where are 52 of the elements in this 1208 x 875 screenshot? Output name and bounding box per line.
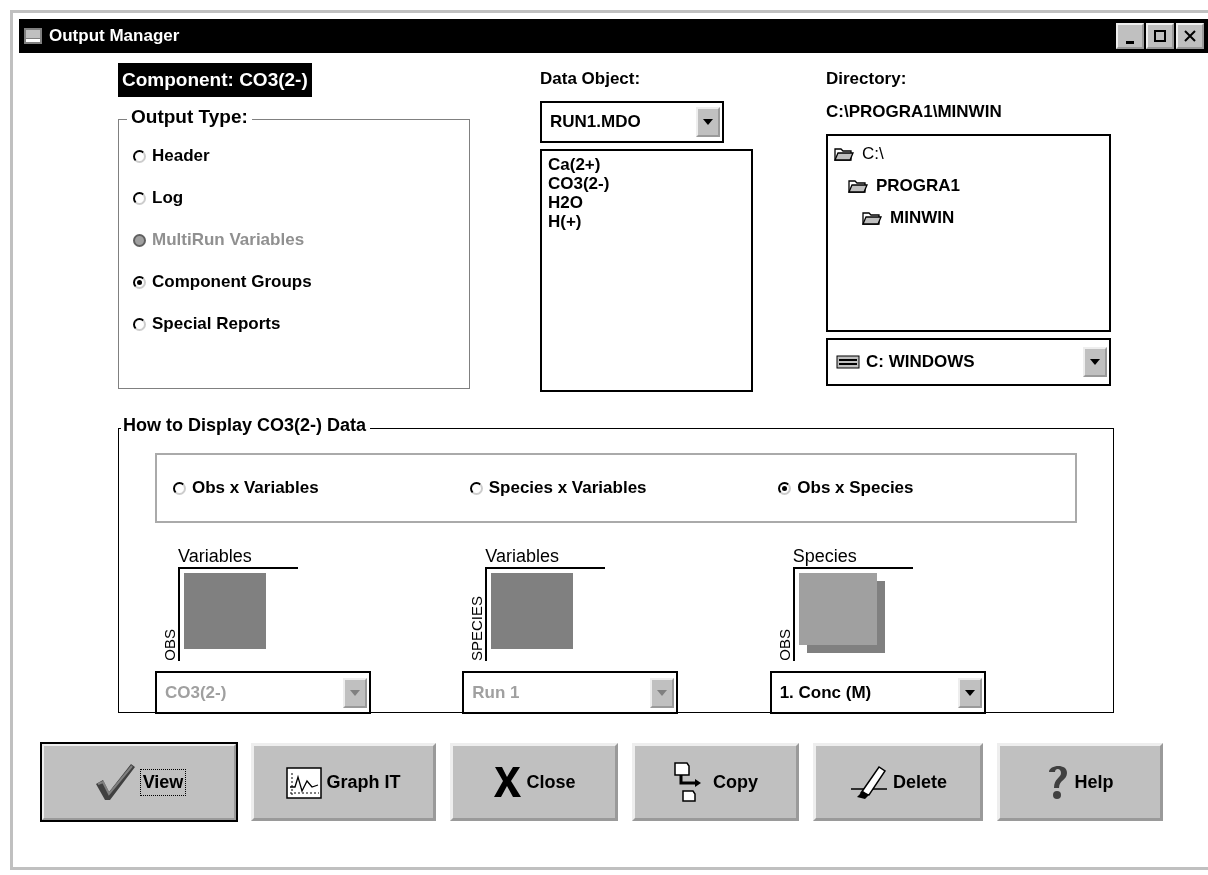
axis-label: Variables bbox=[178, 546, 252, 567]
tree-item[interactable]: MINWIN bbox=[890, 208, 955, 228]
drive-dropdown[interactable]: C: WINDOWS bbox=[826, 338, 1111, 386]
dropdown-arrow-icon bbox=[703, 119, 713, 125]
radio-option[interactable]: Obs x Species bbox=[778, 478, 1075, 498]
minimize-icon bbox=[1126, 40, 1134, 44]
action-button[interactable]: Delete bbox=[813, 743, 983, 821]
directory-path: C:\PROGRA1\MINWIN bbox=[826, 102, 1002, 122]
data-object-dropdown[interactable]: RUN1.MDO bbox=[540, 101, 724, 143]
radio-option[interactable]: Component Groups bbox=[133, 272, 469, 292]
axis-label: OBS bbox=[161, 629, 178, 661]
group-title: How to Display CO3(2-) Data bbox=[121, 415, 371, 436]
radio-option[interactable]: Special Reports bbox=[133, 314, 469, 334]
axis-label: Variables bbox=[485, 546, 560, 567]
action-button[interactable]: Graph IT bbox=[251, 743, 436, 821]
axis-label: OBS bbox=[775, 629, 793, 661]
app-icon bbox=[23, 27, 43, 45]
folder-icon bbox=[834, 146, 854, 162]
tree-item[interactable]: PROGRA1 bbox=[876, 176, 961, 196]
eraser-icon bbox=[849, 763, 889, 801]
axis-label: Species bbox=[792, 546, 857, 567]
window-title: Output Manager bbox=[49, 26, 181, 46]
chart-icon bbox=[286, 765, 323, 799]
close-icon bbox=[1184, 30, 1196, 42]
component-label: Component: CO3(2-) bbox=[118, 63, 312, 97]
list-item[interactable]: H2O bbox=[548, 193, 583, 212]
dropdown-arrow-icon bbox=[657, 689, 668, 696]
x-icon bbox=[492, 765, 523, 799]
folder-icon bbox=[848, 178, 868, 194]
layout-dropdown[interactable]: 1. Conc (M) bbox=[769, 671, 986, 714]
list-item[interactable]: CO3(2-) bbox=[548, 174, 610, 193]
radio-option[interactable]: Header bbox=[133, 146, 469, 166]
list-item[interactable]: Ca(2+) bbox=[548, 155, 601, 174]
dropdown-arrow-icon bbox=[964, 689, 975, 696]
maximize-icon bbox=[1154, 30, 1166, 42]
dropdown-arrow-icon bbox=[350, 689, 360, 696]
folder-icon bbox=[862, 210, 882, 226]
drive-icon bbox=[836, 355, 860, 369]
data-object-label: Data Object: bbox=[540, 69, 641, 89]
list-item[interactable]: H(+) bbox=[548, 212, 582, 231]
close-button[interactable] bbox=[1176, 23, 1204, 49]
tree-item[interactable]: C:\ bbox=[862, 144, 884, 164]
radio-option[interactable]: Log bbox=[133, 188, 469, 208]
minimize-button[interactable] bbox=[1116, 23, 1144, 49]
action-button[interactable]: Help bbox=[997, 743, 1163, 821]
dropdown-arrow-icon bbox=[1090, 359, 1100, 365]
maximize-button[interactable] bbox=[1146, 23, 1174, 49]
action-button[interactable]: Copy bbox=[632, 743, 799, 821]
axis-label: SPECIES bbox=[468, 595, 486, 661]
action-button[interactable]: View bbox=[41, 743, 237, 821]
directory-label: Directory: bbox=[826, 69, 907, 89]
action-button[interactable]: Close bbox=[450, 743, 618, 821]
